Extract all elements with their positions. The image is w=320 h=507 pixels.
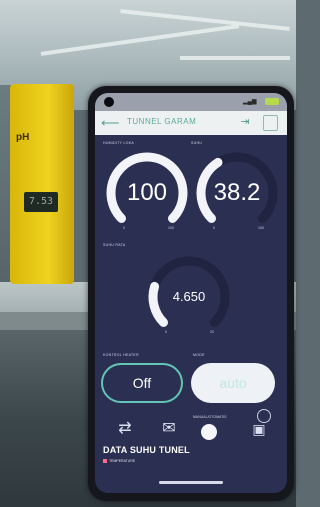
route-icon[interactable]: ⇄	[115, 419, 135, 439]
manual-otomatis-label: MANUAL/OTOMATIS	[193, 415, 227, 419]
suhu-value: 38.2	[213, 179, 261, 206]
ph-meter: pH 7.53	[10, 84, 74, 284]
phone-screen: ▂▄▆ ⟵ TUNNEL GARAM ⇥ HUMIDITY LOKA 100 0…	[95, 93, 287, 493]
battery-icon	[265, 98, 279, 105]
device-icon[interactable]: ▣	[249, 419, 269, 439]
export-icon[interactable]: ⇥	[237, 116, 253, 129]
auto-button[interactable]: auto	[191, 363, 275, 403]
back-arrow-icon[interactable]: ⟵	[101, 115, 120, 131]
gauge-min: 0	[123, 226, 125, 230]
ph-meter-display: 7.53	[24, 192, 58, 212]
heater-control-label: KONTROL HEATER	[103, 353, 139, 357]
phone: ▂▄▆ ⟵ TUNNEL GARAM ⇥ HUMIDITY LOKA 100 0…	[88, 86, 294, 501]
ph-meter-label: pH	[16, 132, 30, 143]
app-title: TUNNEL GARAM	[127, 117, 197, 126]
menu-icon[interactable]	[263, 115, 278, 131]
gauge-label: HUMIDITY LOKA	[103, 141, 135, 145]
humidity-value: 100	[126, 179, 168, 206]
gauge-label: SUHU RATA	[103, 243, 126, 247]
chart-legend: TEMPERATURE	[109, 459, 136, 463]
chart-title: DATA SUHU TUNEL	[103, 445, 190, 455]
circle-button[interactable]	[201, 424, 217, 440]
mail-icon[interactable]: ✉	[159, 419, 179, 439]
home-indicator[interactable]	[159, 481, 223, 484]
off-button[interactable]: Off	[101, 363, 183, 403]
gauge-min: 0	[165, 330, 167, 334]
suhu-rata-value: 4.650	[172, 289, 206, 304]
gauge-max: 100	[168, 226, 174, 230]
gauge-max: 20	[210, 330, 214, 334]
legend-swatch	[103, 459, 107, 463]
ceiling-beam	[180, 56, 290, 60]
gauge-min: 0	[213, 226, 215, 230]
status-bar: ▂▄▆	[95, 93, 287, 111]
app-header: ⟵ TUNNEL GARAM ⇥	[95, 111, 287, 135]
gauge-max: 100	[258, 226, 264, 230]
mode-label: MODE	[193, 353, 205, 357]
camera-icon	[104, 97, 114, 107]
signal-icon: ▂▄▆	[243, 99, 257, 105]
gauge-label: SUHU	[191, 141, 203, 145]
